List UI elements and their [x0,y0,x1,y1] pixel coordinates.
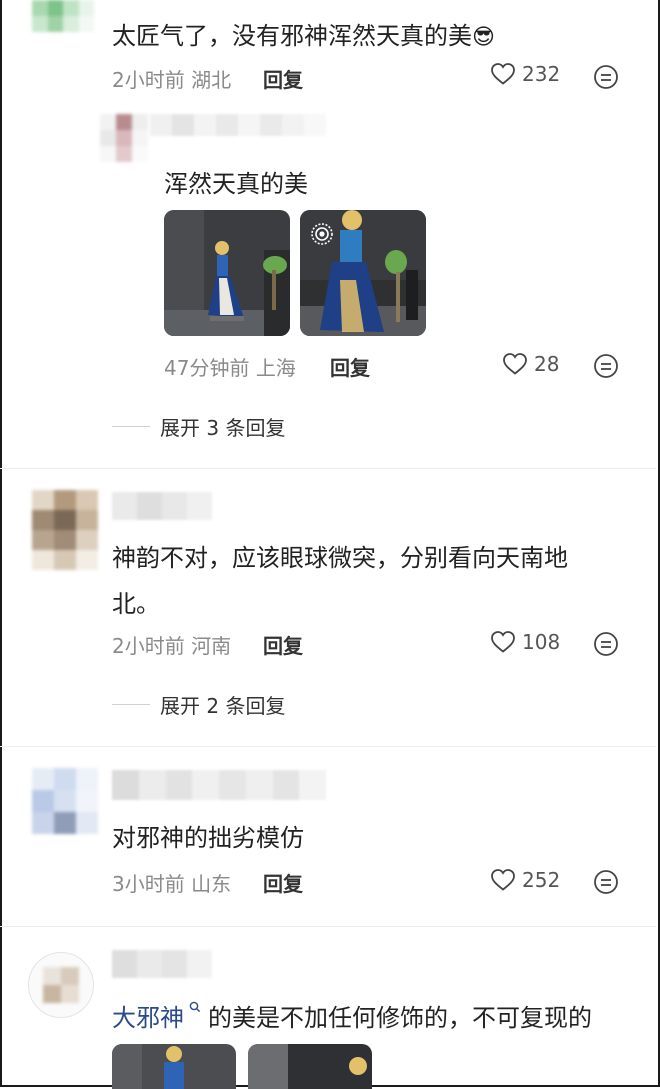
expand-replies-label: 展开 2 条回复 [160,694,286,718]
comment-meta: 3小时前 山东 [112,868,231,897]
cool-face-emoji-icon: 😎 [472,25,495,50]
more-options-icon[interactable] [593,64,619,90]
avatar[interactable] [28,952,94,1018]
more-options-icon[interactable] [593,353,619,379]
figurine-photo [164,210,290,336]
heart-icon [491,869,515,891]
reply-button[interactable]: 回复 [330,352,370,381]
photo-thumbnail[interactable] [248,1044,372,1089]
divider [0,468,656,469]
divider [112,704,150,705]
username[interactable] [112,492,212,520]
search-icon[interactable] [188,1000,202,1014]
like-count: 232 [522,62,561,86]
heart-icon [503,353,527,375]
like-button[interactable]: 232 [490,62,560,86]
like-count: 28 [534,352,560,376]
like-count: 108 [522,630,561,654]
figurine-photo [112,1044,236,1089]
comment-time: 2小时前 [112,634,185,658]
avatar[interactable] [32,490,98,570]
avatar[interactable] [32,768,98,834]
comment-text: 太匠气了，没有邪神浑然天真的美😎 [112,22,495,50]
more-options-icon[interactable] [593,631,619,657]
comment-text-line: 神韵不对，应该眼球微突，分别看向天南地 [112,544,568,572]
like-count: 252 [522,868,561,892]
reply-button[interactable]: 回复 [263,630,303,659]
heart-icon [491,631,515,653]
reply-button[interactable]: 回复 [263,64,303,93]
live-photo-thumbnail[interactable] [300,210,426,336]
divider [0,926,656,927]
like-button[interactable]: 28 [502,352,559,376]
comment-time: 47分钟前 [164,356,250,380]
comment-location: 河南 [191,634,232,658]
live-photo-icon [311,223,333,245]
avatar[interactable] [32,0,94,32]
comment-text: 浑然天真的美 [164,170,308,198]
comment-text-body: 的美是不加任何修饰的，不可复现的 [208,1004,592,1032]
username[interactable] [150,114,326,136]
comment-location: 山东 [191,872,232,896]
comment-location: 上海 [255,356,296,380]
comment-meta: 47分钟前 上海 [164,352,296,381]
comment-meta: 2小时前 河南 [112,630,231,659]
comment-location: 湖北 [191,68,232,92]
figurine-photo [248,1044,372,1089]
avatar[interactable] [100,114,148,162]
expand-replies-button[interactable]: 展开 2 条回复 [112,690,285,719]
comment-text: 对邪神的拙劣模仿 [112,824,304,852]
divider [112,426,150,427]
expand-replies-label: 展开 3 条回复 [160,416,286,440]
photo-thumbnail[interactable] [112,1044,236,1089]
expand-replies-button[interactable]: 展开 3 条回复 [112,412,285,441]
search-link[interactable]: 大邪神 [112,1004,184,1032]
username[interactable] [112,770,326,800]
divider [0,746,656,747]
comment-meta: 2小时前 湖北 [112,64,231,93]
more-options-icon[interactable] [593,869,619,895]
comment-text: 大邪神 的美是不加任何修饰的，不可复现的 [112,998,592,1033]
like-button[interactable]: 108 [490,630,560,654]
like-button[interactable]: 252 [490,868,560,892]
comment-time: 2小时前 [112,68,185,92]
reply-button[interactable]: 回复 [263,868,303,897]
username[interactable] [112,950,212,978]
photo-thumbnail[interactable] [164,210,290,336]
comment-text-line: 北。 [112,590,160,618]
heart-icon [491,63,515,85]
comment-time: 3小时前 [112,872,185,896]
